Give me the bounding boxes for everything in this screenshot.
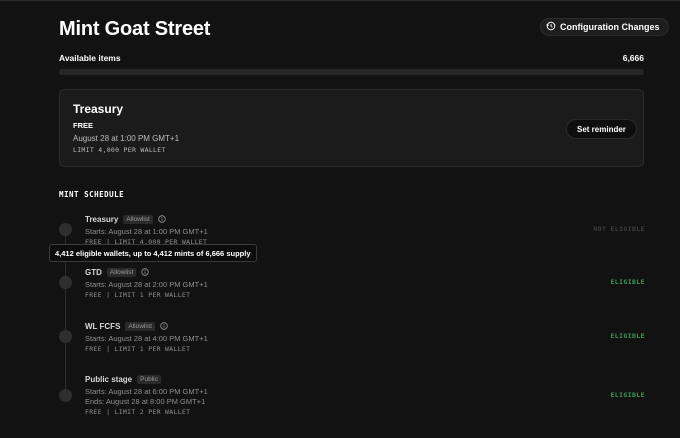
- available-items-label: Available items: [59, 53, 121, 63]
- stage-dot: [59, 276, 72, 289]
- eligibility-tooltip: 4,412 eligible wallets, up to 4,412 mint…: [49, 244, 257, 262]
- stage-badge: Allowlist: [125, 321, 155, 331]
- info-icon[interactable]: [141, 263, 150, 281]
- stage-name: Treasury: [85, 214, 119, 224]
- info-icon[interactable]: [160, 317, 168, 335]
- page-title: Mint Goat Street: [59, 18, 211, 40]
- available-items-count: 6,666: [622, 53, 644, 63]
- info-icon[interactable]: [158, 210, 166, 228]
- stage-badge: Allowlist: [123, 214, 153, 224]
- stage-dot: [59, 389, 72, 402]
- stage-limit: FREE | LIMIT 1 PER WALLET: [85, 291, 191, 299]
- stage-treasury: Treasury Allowlist Starts: August 28 at …: [85, 213, 645, 246]
- stage-status: ELIGIBLE: [610, 332, 645, 340]
- current-stage-name: Treasury: [73, 102, 124, 116]
- history-icon: [546, 21, 556, 33]
- current-stage-card: Treasury FREE August 28 at 1:00 PM GMT+1…: [59, 89, 644, 167]
- configuration-changes-label: Configuration Changes: [560, 22, 660, 32]
- stage-end-time: Ends: August 28 at 8:00 PM GMT+1: [85, 397, 206, 406]
- stage-badge: Allowlist: [106, 267, 137, 277]
- stage-name: WL FCFS: [85, 321, 121, 331]
- set-reminder-button[interactable]: Set reminder: [566, 119, 637, 139]
- current-stage-limit: LIMIT 4,000 PER WALLET: [73, 146, 166, 154]
- top-border: [0, 0, 680, 3]
- stage-name: Public stage: [85, 374, 133, 384]
- supply-progress-bar: [59, 69, 644, 75]
- stage-wl-fcfs: WL FCFS Allowlist Starts: August 28 at 4…: [85, 320, 645, 353]
- stage-start-time: Starts: August 28 at 1:00 PM GMT+1: [85, 227, 208, 236]
- stage-public: Public stage Public Starts: August 28 at…: [85, 373, 645, 416]
- current-stage-price: FREE: [73, 121, 94, 130]
- stage-badge: Public: [137, 374, 161, 384]
- stage-start-time: Starts: August 28 at 4:00 PM GMT+1: [85, 334, 208, 343]
- stage-name: GTD: [85, 267, 102, 277]
- stage-status: NOT ELIGIBLE: [593, 225, 645, 233]
- stage-gtd: GTD Allowlist Starts: August 28 at 2:00 …: [85, 266, 645, 299]
- stage-dot: [59, 223, 72, 236]
- stage-status: ELIGIBLE: [610, 278, 645, 286]
- stage-start-time: Starts: August 28 at 2:00 PM GMT+1: [85, 280, 208, 289]
- current-stage-date: August 28 at 1:00 PM GMT+1: [73, 134, 180, 143]
- configuration-changes-button[interactable]: Configuration Changes: [540, 18, 669, 36]
- mint-schedule-heading: MINT SCHEDULE: [59, 190, 125, 199]
- stage-limit: FREE | LIMIT 1 PER WALLET: [85, 345, 191, 353]
- stage-status: ELIGIBLE: [610, 391, 645, 399]
- stage-dot: [59, 330, 72, 343]
- stage-start-time: Starts: August 28 at 6:00 PM GMT+1: [85, 387, 208, 396]
- stage-limit: FREE | LIMIT 2 PER WALLET: [85, 408, 191, 416]
